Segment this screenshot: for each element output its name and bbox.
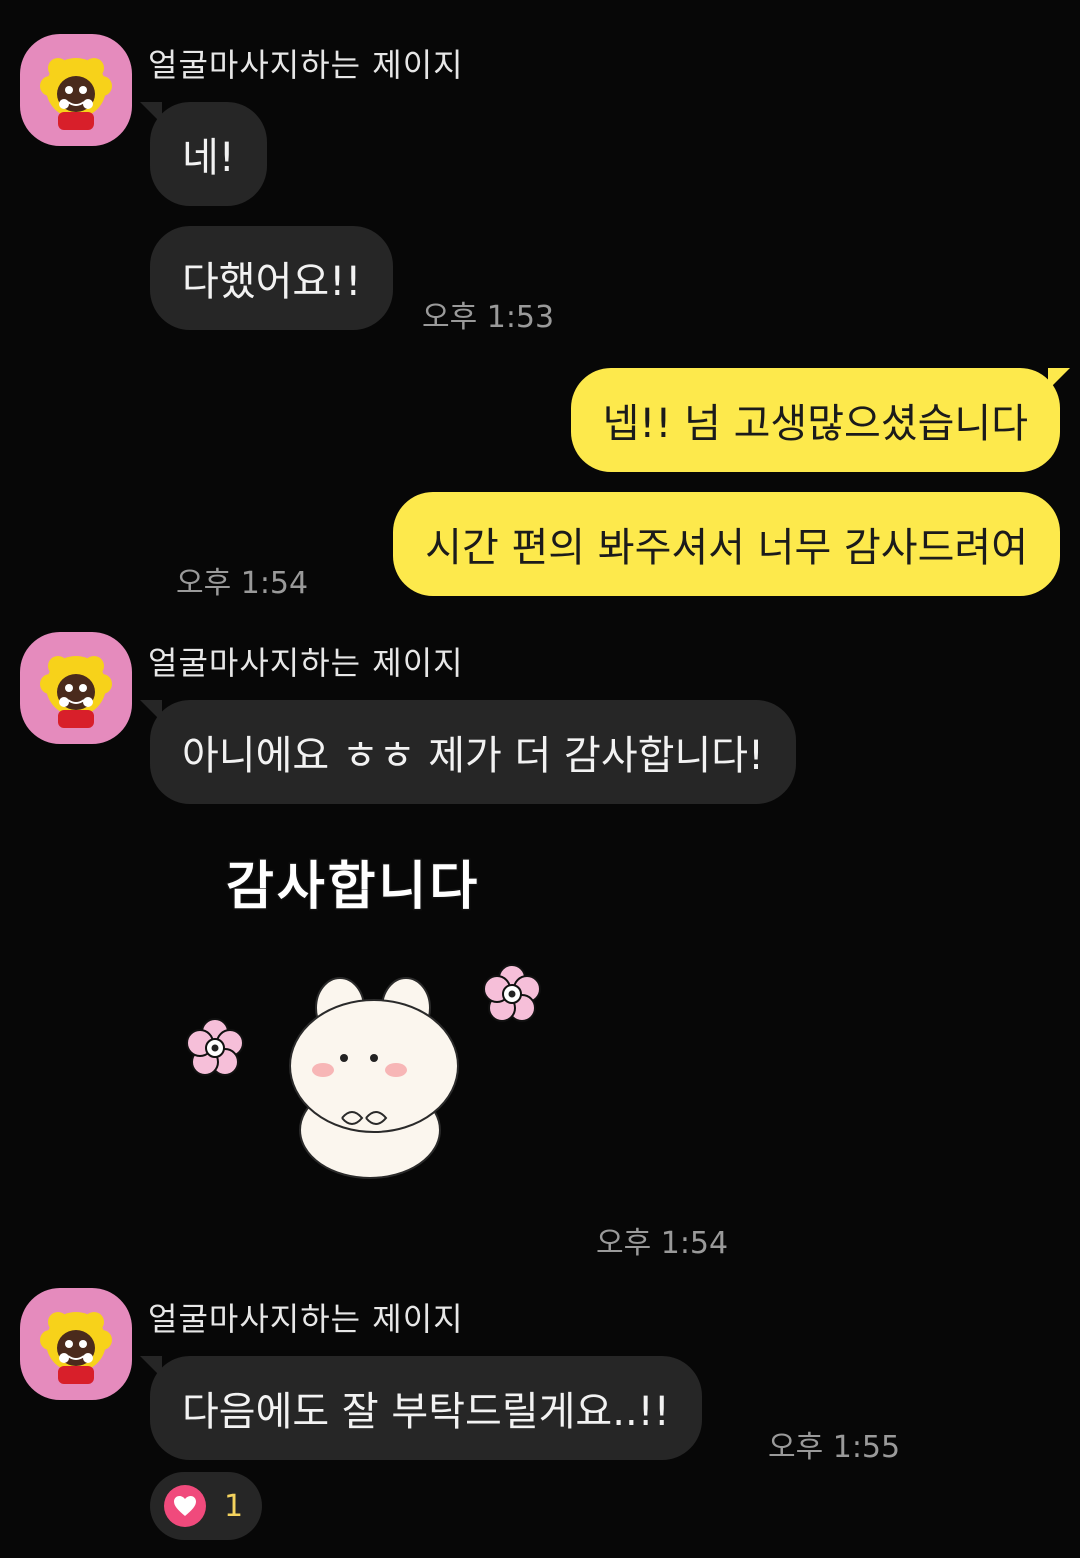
message-bubble[interactable]: 시간 편의 봐주셔서 너무 감사드려여	[393, 492, 1060, 596]
avatar-character-icon	[40, 58, 112, 130]
heart-icon	[164, 1485, 206, 1527]
message-bubble[interactable]: 넵!! 넘 고생많으셨습니다	[570, 368, 1070, 472]
sticker-message[interactable]: 감사합니다	[160, 830, 580, 1190]
message-timestamp: 오후 1:54	[176, 566, 309, 601]
message-text: 다음에도 잘 부탁드릴게요..!!	[182, 1389, 670, 1435]
message-bubble[interactable]: 아니에요 ㅎㅎ 제가 더 감사합니다!	[140, 700, 797, 804]
sender-name: 얼굴마사지하는 제이지	[148, 46, 464, 84]
message-text: 넵!! 넘 고생많으셨습니다	[602, 401, 1029, 447]
message-timestamp: 오후 1:55	[768, 1430, 901, 1465]
bubble-tail	[1048, 368, 1070, 390]
sender-avatar[interactable]	[20, 34, 132, 146]
reaction-count: 1	[224, 1488, 244, 1524]
reaction-badge[interactable]: 1	[150, 1472, 262, 1540]
avatar-character-icon	[40, 656, 112, 728]
sender-avatar[interactable]	[20, 632, 132, 744]
message-text: 다했어요!!	[182, 259, 362, 305]
message-timestamp: 오후 1:54	[596, 1226, 729, 1261]
message-text: 네!	[182, 135, 235, 181]
bubble-tail	[140, 102, 162, 124]
avatar-character-icon	[40, 1312, 112, 1384]
message-timestamp: 오후 1:53	[422, 300, 555, 335]
sender-name: 얼굴마사지하는 제이지	[148, 644, 464, 682]
sticker-caption: 감사합니다	[224, 856, 481, 919]
sender-avatar[interactable]	[20, 1288, 132, 1400]
message-bubble[interactable]: 다했어요!!	[150, 226, 394, 330]
message-text: 아니에요 ㅎㅎ 제가 더 감사합니다!	[182, 733, 765, 779]
bubble-tail	[140, 700, 162, 722]
message-bubble[interactable]: 다음에도 잘 부탁드릴게요..!!	[140, 1356, 702, 1460]
message-text: 시간 편의 봐주셔서 너무 감사드려여	[425, 525, 1028, 571]
rabbit-sticker-icon	[186, 964, 541, 1179]
bubble-tail	[140, 1356, 162, 1378]
sender-name: 얼굴마사지하는 제이지	[148, 1300, 464, 1338]
message-bubble[interactable]: 네!	[140, 102, 267, 206]
